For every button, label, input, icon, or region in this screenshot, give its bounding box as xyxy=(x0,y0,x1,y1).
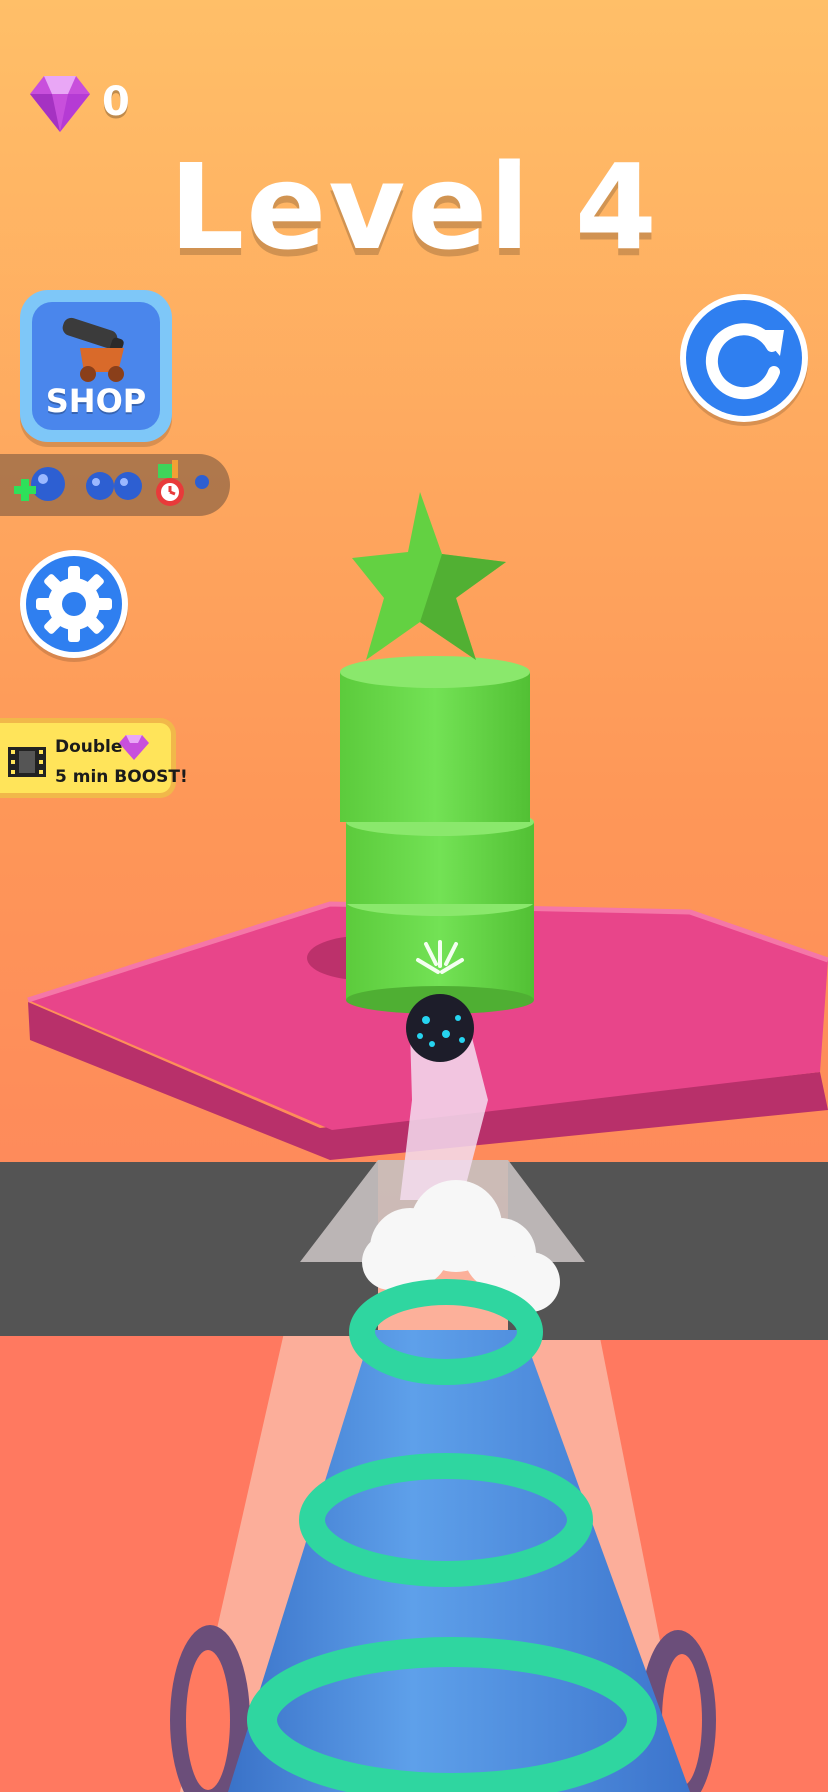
gem-icon xyxy=(30,76,90,132)
boost-strip[interactable] xyxy=(0,454,230,516)
double-boost-subtitle: 5 min BOOST! xyxy=(55,767,188,787)
tower-block-top-cap xyxy=(340,656,530,688)
shop-button[interactable]: SHOP xyxy=(20,290,172,442)
add-ball-icon[interactable] xyxy=(10,462,68,510)
settings-button[interactable] xyxy=(20,550,128,658)
restart-button[interactable] xyxy=(680,294,808,422)
shop-button-face: SHOP xyxy=(32,302,160,430)
double-boost-button[interactable]: Double 5 min BOOST! xyxy=(0,718,188,798)
double-ball-icon[interactable] xyxy=(84,468,144,504)
gem-counter: 0 xyxy=(28,70,130,134)
tower-block-top[interactable] xyxy=(340,672,530,822)
gem-count: 0 xyxy=(102,79,130,125)
slow-timer-icon[interactable] xyxy=(152,460,216,510)
cannon-icon xyxy=(62,317,124,382)
double-boost-title: Double xyxy=(55,737,123,757)
gem-icon xyxy=(119,735,149,760)
projectile-ball[interactable] xyxy=(406,994,474,1062)
shop-label: SHOP xyxy=(45,382,147,420)
restart-icon xyxy=(686,300,802,416)
level-title: Level 4 xyxy=(169,138,659,276)
video-icon xyxy=(8,747,46,777)
gear-icon xyxy=(26,556,122,652)
